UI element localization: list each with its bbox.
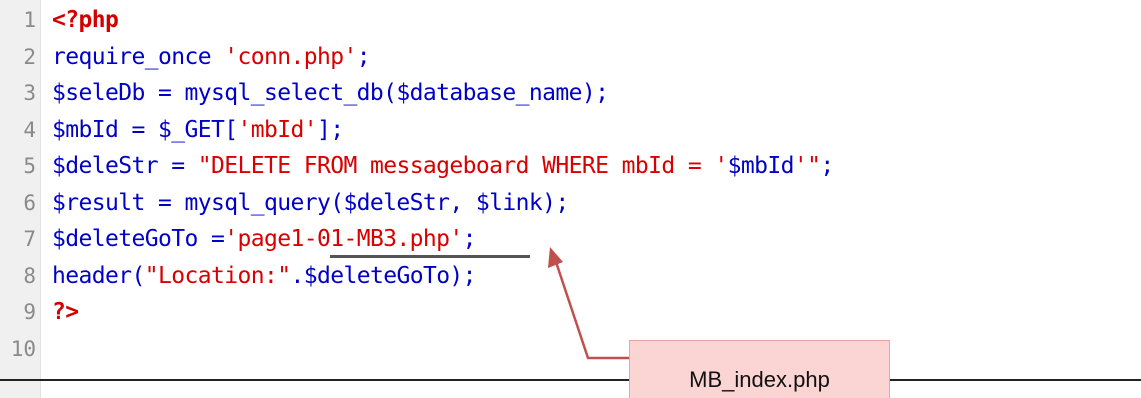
code-line: 7 $deleteGoTo ='page1-01-MB3.php'; [0,221,1141,257]
code-token: require_once [52,43,225,70]
line-number: 6 [23,190,36,215]
code-line: 10 [0,331,1141,367]
code-token: "Location:" [144,262,291,289]
code-text: ?> [52,294,79,330]
code-token: ; [462,226,477,252]
code-editor: 1 <?php 2 require_once 'conn.php'; 3 $seleDb … [0,0,1141,398]
code-token: 'page1-01-MB3.php' [224,226,463,252]
code-token: header( [52,262,145,289]
code-token: $seleDb = mysql_select_db($database_name… [52,80,609,106]
code-token: ]; [316,116,344,143]
line-number: 7 [23,227,36,251]
strikethrough-line [330,255,530,258]
code-text: require_once 'conn.php'; [52,39,371,75]
code-token: 'mbId' [237,116,317,143]
code-line: 4 $mbId = $_GET['mbId']; [0,112,1141,148]
line-number: 3 [23,81,36,105]
code-text: $deleStr = "DELETE FROM messageboard WHE… [52,148,834,184]
line-number: 5 [23,154,36,178]
replacement-filename-callout: MB_index.php [629,340,890,398]
code-text: $deleteGoTo ='page1-01-MB3.php'; [52,221,477,257]
code-line: 5 $deleStr = "DELETE FROM messageboard WH… [0,148,1141,184]
callout-label: MB_index.php [689,367,830,392]
code-text: $seleDb = mysql_select_db($database_name… [52,75,609,111]
code-token: "DELETE FROM messageboard WHERE mbId = ' [197,153,728,179]
line-number: 1 [23,8,36,32]
code-token: ; [820,153,834,179]
code-line: 3 $seleDb = mysql_select_db($database_nam… [0,75,1141,111]
code-token: '" [793,153,821,179]
code-token: 'conn.php' [224,43,357,70]
code-token: .$deleteGoTo); [290,262,476,289]
line-number: 10 [10,336,36,361]
code-token: ; [356,43,371,70]
bottom-rule [0,379,1141,381]
line-number: 9 [23,300,36,324]
code-token: $deleStr = [52,153,198,179]
code-token: $mbId [727,153,795,179]
code-text: <?php [52,2,119,38]
code-line: 1 <?php [0,2,1141,38]
code-text: $mbId = $_GET['mbId']; [52,112,344,148]
line-number: 2 [23,44,36,69]
code-token: ?> [52,299,79,325]
code-line: 2 require_once 'conn.php'; [0,39,1141,75]
line-number: 8 [23,263,36,288]
line-number: 4 [23,117,36,142]
code-text: $result = mysql_query($deleStr, $link); [52,185,569,221]
code-line: 6 $result = mysql_query($deleStr, $link); [0,185,1141,221]
code-token: $deleteGoTo = [52,226,225,252]
code-text: header("Location:".$deleteGoTo); [52,258,477,294]
code-line: 9 ?> [0,294,1141,330]
code-token: $result = mysql_query($deleStr, $link); [52,189,569,216]
code-line: 8 header("Location:".$deleteGoTo); [0,258,1141,294]
code-token: $mbId = $_GET[ [52,116,238,143]
code-token: <?php [52,7,119,33]
